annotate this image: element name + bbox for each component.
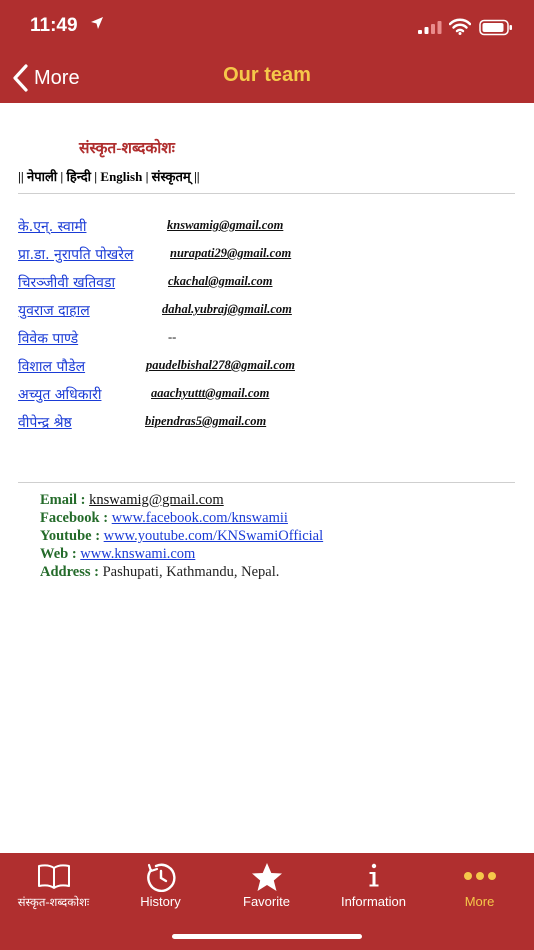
member-email-link[interactable]: nurapati29@gmail.com [170,246,291,261]
youtube-link[interactable]: www.youtube.com/KNSwamiOfficial [104,528,323,544]
tab-label: More [464,894,495,909]
team-member: प्रा.डा. नुरापति पोखरेल nurapati29@gmail… [18,245,518,265]
email-label: Email : [40,492,86,508]
member-email-link[interactable]: dahal.yubraj@gmail.com [162,302,292,317]
member-name-link[interactable]: अच्युत अधिकारी [18,385,101,404]
status-time: 11:49 [30,15,78,36]
tab-label: संस्कृत-शब्दकोशः [17,895,90,909]
member-name-link[interactable]: युवराज दाहाल [18,301,90,320]
team-member: वीपेन्द्र श्रेष्ठ bipendras5@gmail.com [18,413,518,433]
team-member: चिरञ्जीवी खतिवडा ckachal@gmail.com [18,273,518,293]
book-icon [37,864,70,889]
contact-facebook-row: Facebook : www.facebook.com/knswamii [40,509,323,527]
team-member: अच्युत अधिकारी aaachyuttt@gmail.com [18,385,518,405]
team-member: विवेक पाण्डे -- [18,329,518,349]
page-title: Our team [223,64,311,86]
tab-information[interactable]: Information [320,853,427,919]
member-email-link[interactable]: bipendras5@gmail.com [145,414,266,429]
web-link[interactable]: www.knswami.com [80,546,195,562]
team-content: संस्कृत-शब्दकोशः || नेपाली | हिन्दी | En… [0,103,534,853]
address-label: Address : [40,564,99,580]
member-email-text: -- [168,330,177,344]
tab-label: Information [340,894,407,909]
team-member: युवराज दाहाल dahal.yubraj@gmail.com [18,301,518,321]
member-name-link[interactable]: विवेक पाण्डे [18,329,78,348]
member-email-link[interactable]: knswamig@gmail.com [167,218,283,233]
team-member: के.एन्. स्वामी knswamig@gmail.com [18,217,518,237]
contact-info: Email : knswamig@gmail.com Facebook : ww… [40,491,323,581]
languages-line: || नेपाली | हिन्दी | English | संस्कृतम्… [18,169,200,184]
contact-address-row: Address : Pashupati, Kathmandu, Nepal. [40,563,323,581]
member-name-link[interactable]: के.एन्. स्वामी [18,217,86,236]
history-icon [146,863,176,892]
tab-favorite[interactable]: Favorite [213,853,320,919]
tab-more[interactable]: More [426,853,533,919]
facebook-label: Facebook : [40,510,109,526]
home-indicator [172,934,362,939]
email-link[interactable]: knswamig@gmail.com [89,492,224,508]
tab-dictionary[interactable]: संस्कृत-शब्दकोशः [0,853,107,919]
member-email-link[interactable]: ckachal@gmail.com [168,274,273,289]
divider [18,482,515,483]
info-icon [369,863,378,887]
tab-history[interactable]: History [107,853,214,919]
member-name-link[interactable]: वीपेन्द्र श्रेष्ठ [18,413,72,432]
member-name-link[interactable]: चिरञ्जीवी खतिवडा [18,273,115,292]
address-text: Pashupati, Kathmandu, Nepal. [102,564,280,580]
tab-label: History [140,894,181,909]
member-email-link[interactable]: aaachyuttt@gmail.com [151,386,269,401]
contact-youtube-row: Youtube : www.youtube.com/KNSwamiOfficia… [40,527,323,545]
navigation-header: 11:49 More Our team [0,0,534,103]
team-member: विशाल पौडेल paudelbishal278@gmail.com [18,357,518,377]
tab-label: Favorite [243,894,290,909]
web-label: Web : [40,546,77,562]
more-dots-icon [463,872,496,880]
divider [18,193,515,194]
contact-web-row: Web : www.knswami.com [40,545,323,563]
member-name-link[interactable]: प्रा.डा. नुरापति पोखरेल [18,245,133,264]
star-icon [251,863,282,891]
location-arrow-icon [91,17,103,29]
youtube-label: Youtube : [40,528,101,544]
wifi-icon [449,18,471,35]
battery-icon [479,19,512,36]
facebook-link[interactable]: www.facebook.com/knswamii [112,510,288,526]
contact-email-row: Email : knswamig@gmail.com [40,491,323,509]
member-name-link[interactable]: विशाल पौडेल [18,357,85,376]
cellular-signal-icon [418,21,442,34]
dictionary-title: संस्कृत-शब्दकोशः [79,140,175,157]
member-email-link[interactable]: paudelbishal278@gmail.com [146,358,295,373]
